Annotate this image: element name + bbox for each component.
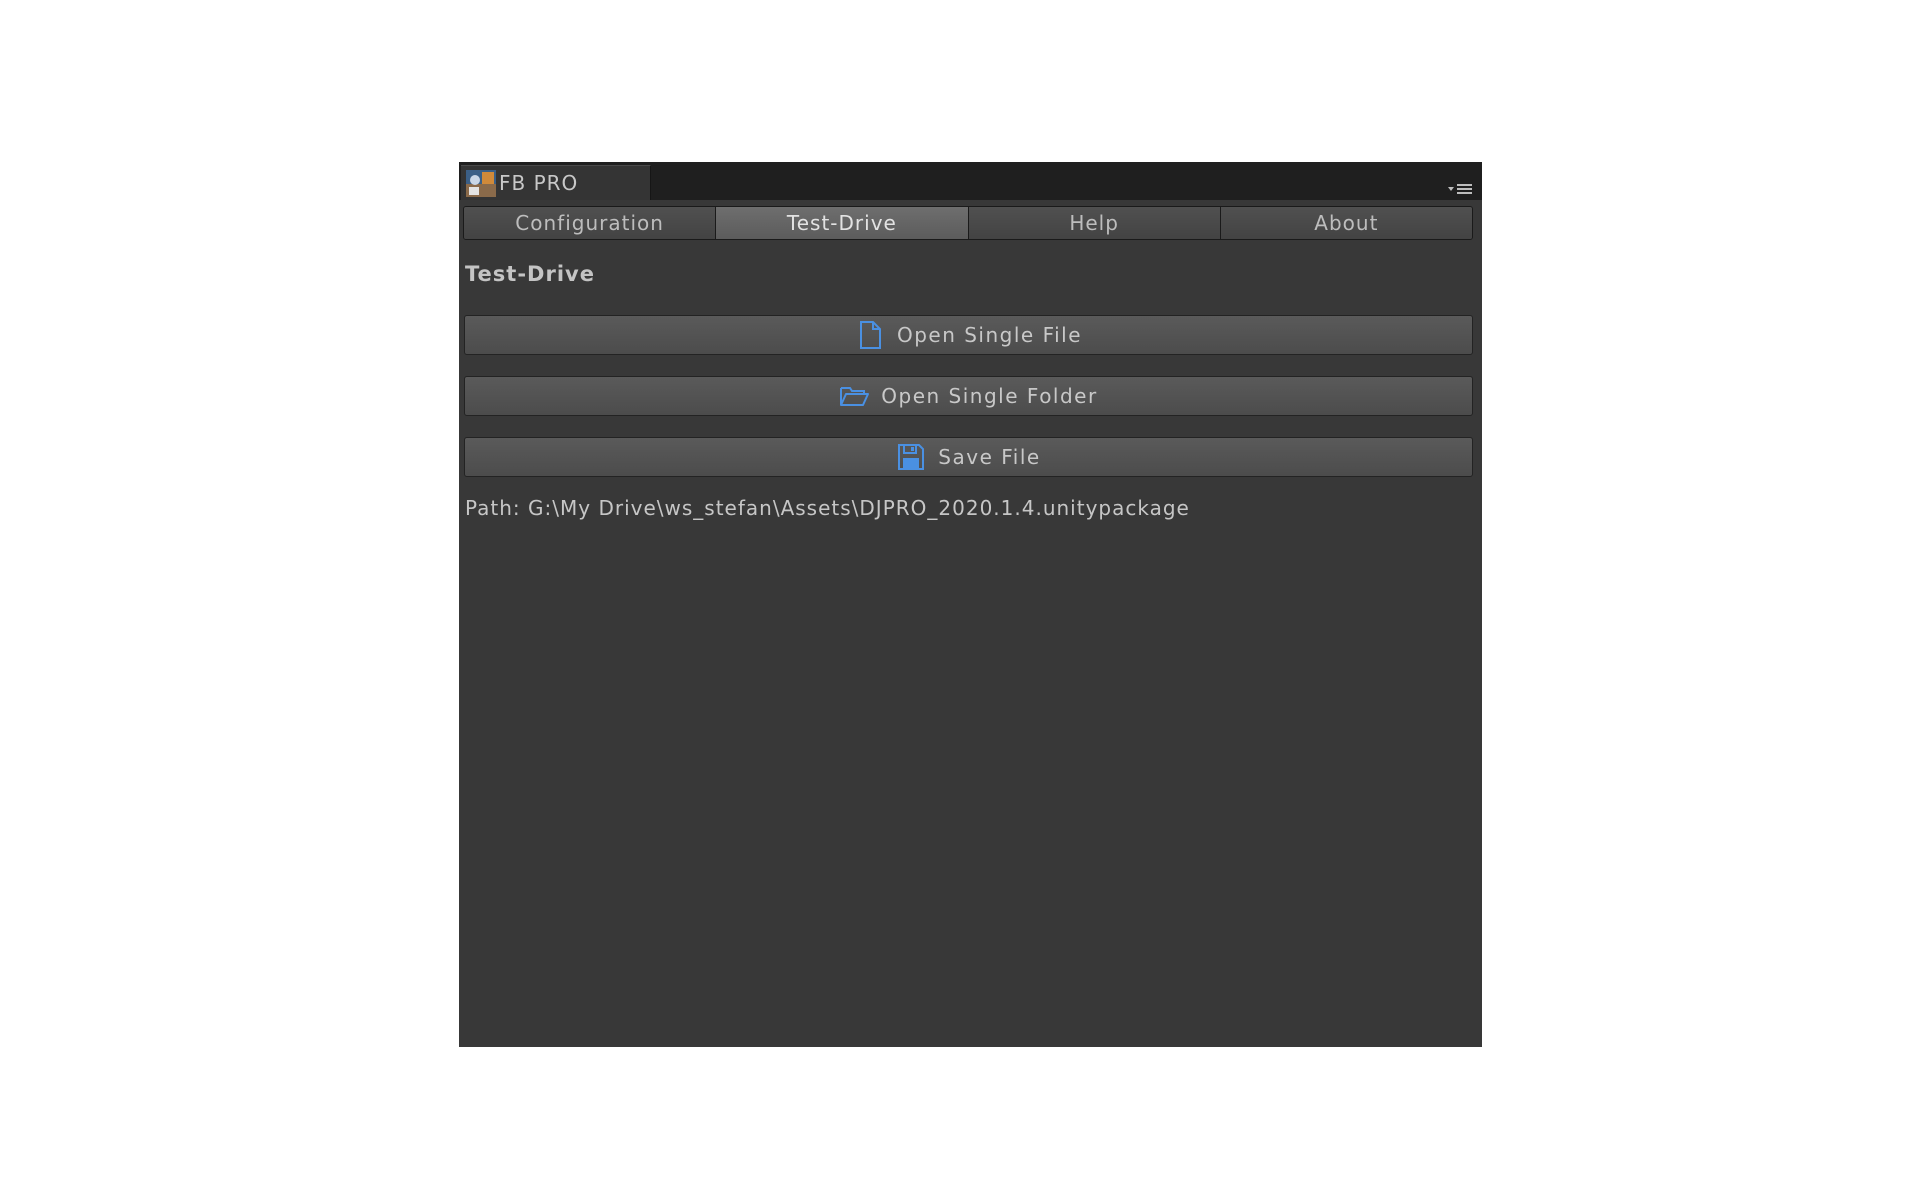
section-title: Test-Drive <box>465 262 595 286</box>
file-path-text: Path: G:\My Drive\ws_stefan\Assets\DJPRO… <box>465 496 1190 520</box>
folder-open-icon <box>840 387 870 406</box>
open-single-folder-label: Open Single Folder <box>881 384 1098 408</box>
window-menu-icon[interactable] <box>1448 182 1474 196</box>
editor-window: FB PRO Configuration Test-Drive Help Abo… <box>459 162 1482 1047</box>
tab-about[interactable]: About <box>1220 207 1472 239</box>
window-titlebar: FB PRO <box>459 162 1482 200</box>
window-title: FB PRO <box>499 171 579 195</box>
save-file-button[interactable]: Save File <box>464 437 1473 477</box>
open-single-folder-button[interactable]: Open Single Folder <box>464 376 1473 416</box>
open-single-file-label: Open Single File <box>896 323 1083 347</box>
window-title-tab[interactable]: FB PRO <box>461 165 651 200</box>
tab-configuration[interactable]: Configuration <box>464 207 717 239</box>
tab-help[interactable]: Help <box>968 207 1221 239</box>
open-single-file-button[interactable]: Open Single File <box>464 315 1473 355</box>
save-file-label: Save File <box>938 445 1041 469</box>
file-icon <box>859 321 881 349</box>
tab-bar: Configuration Test-Drive Help About <box>463 206 1473 240</box>
tab-test-drive[interactable]: Test-Drive <box>716 207 969 239</box>
fb-pro-logo-icon <box>466 169 496 197</box>
floppy-disk-icon <box>898 444 925 470</box>
